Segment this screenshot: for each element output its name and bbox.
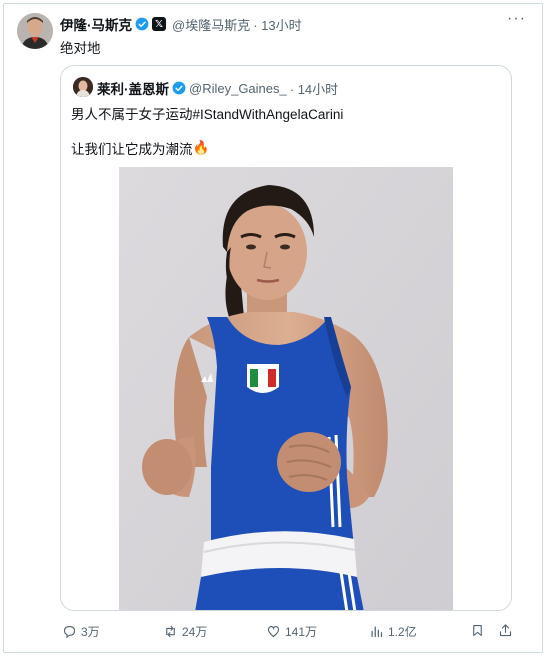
views-count: 1.2亿 <box>388 625 417 639</box>
bookmark-button[interactable] <box>470 623 489 638</box>
author-avatar[interactable] <box>17 13 53 49</box>
bar-chart-icon <box>371 626 383 638</box>
author-handle[interactable]: @埃隆马斯克 <box>172 15 250 34</box>
quoted-header: 莱利·盖恩斯 @Riley_Gaines_ · 14小时 <box>97 78 338 98</box>
verified-badge-icon <box>135 17 149 31</box>
retweet-icon <box>166 625 175 638</box>
views-button[interactable]: 1.2亿 <box>369 623 417 640</box>
boxer-photo[interactable] <box>119 167 453 610</box>
tweet-text: 绝对地 <box>60 41 101 56</box>
quoted-tweet[interactable]: 莱利·盖恩斯 @Riley_Gaines_ · 14小时 男人不属于女子运动#I… <box>60 65 512 611</box>
quoted-time: · 14小时 <box>289 81 339 97</box>
like-count: 141万 <box>285 625 318 639</box>
heart-icon <box>267 625 280 638</box>
author-name[interactable]: 伊隆·马斯克 <box>60 14 132 34</box>
bookmark-icon <box>473 624 482 637</box>
share-icon <box>499 624 512 637</box>
reply-button[interactable]: 3万 <box>62 623 100 640</box>
tweet-actions: 3万 24万 141万 1.2亿 <box>0 623 550 643</box>
reply-count: 3万 <box>81 625 100 639</box>
more-options-icon[interactable]: ··· <box>507 10 526 28</box>
share-button[interactable] <box>498 623 517 638</box>
quoted-text-line2-content: 让我们让它成为潮流 <box>71 142 193 157</box>
like-button[interactable]: 141万 <box>266 623 317 640</box>
x-affiliate-icon: 𝕏 <box>152 17 166 31</box>
tweet-header: 伊隆·马斯克 𝕏 @埃隆马斯克 · 13小时 <box>60 14 302 34</box>
quoted-author-name: 莱利·盖恩斯 <box>97 82 169 97</box>
reply-icon <box>63 625 76 639</box>
fire-emoji: 🔥 <box>192 140 210 155</box>
retweet-button[interactable]: 24万 <box>163 623 207 640</box>
quoted-text-line1: 男人不属于女子运动#IStandWithAngelaCarini <box>71 107 344 122</box>
tweet-time[interactable]: · 13小时 <box>253 15 301 34</box>
quoted-text-line2: 让我们让它成为潮流 🔥 <box>71 138 209 158</box>
retweet-count: 24万 <box>182 625 208 639</box>
quoted-verified-badge-icon <box>172 81 186 95</box>
quoted-author-handle: @Riley_Gaines_ <box>189 80 287 96</box>
quoted-author-avatar <box>73 77 93 97</box>
